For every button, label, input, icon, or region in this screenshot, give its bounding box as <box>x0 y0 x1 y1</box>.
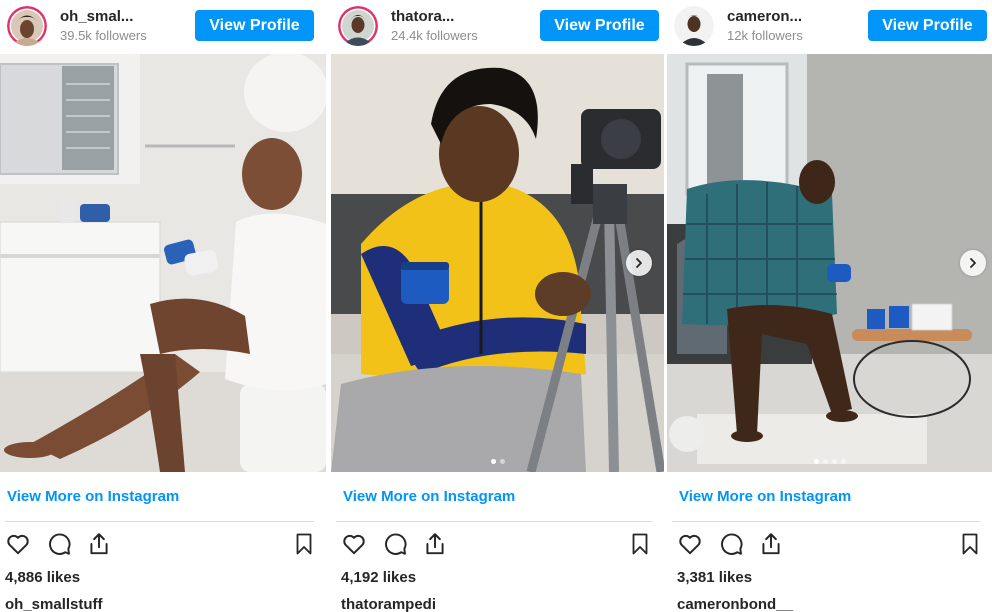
share-icon[interactable] <box>757 530 785 558</box>
post-card: cameron... 12k followers View Profile Vi… <box>667 0 992 612</box>
username[interactable]: thatora... <box>391 8 454 25</box>
avatar[interactable] <box>674 6 714 46</box>
bookmark-icon[interactable] <box>626 530 654 558</box>
divider <box>5 521 314 522</box>
username[interactable]: oh_smal... <box>60 8 133 25</box>
comment-icon[interactable] <box>45 530 73 558</box>
carousel-dot <box>813 459 819 464</box>
comment-icon[interactable] <box>717 530 745 558</box>
comment-icon[interactable] <box>381 530 409 558</box>
heart-icon[interactable] <box>340 530 368 558</box>
carousel-dot <box>831 459 837 464</box>
carousel-indicator <box>813 459 846 464</box>
bookmark-icon[interactable] <box>956 530 984 558</box>
like-count: 3,381 likes <box>677 569 753 586</box>
action-bar <box>335 530 656 560</box>
post-header: thatora... 24.4k followers View Profile <box>331 0 664 54</box>
instagram-embed-feed: oh_smal... 39.5k followers View Profile <box>0 0 992 612</box>
heart-icon[interactable] <box>4 530 32 558</box>
post-card: thatora... 24.4k followers View Profile <box>331 0 664 612</box>
carousel-dot <box>822 459 828 464</box>
next-slide-button[interactable] <box>626 250 652 276</box>
follower-count: 39.5k followers <box>60 28 147 43</box>
follower-count: 12k followers <box>727 28 803 43</box>
post-image[interactable] <box>667 54 992 472</box>
bookmark-icon[interactable] <box>290 530 318 558</box>
next-slide-button[interactable] <box>960 250 986 276</box>
avatar[interactable] <box>7 6 47 46</box>
view-profile-button[interactable]: View Profile <box>195 10 314 41</box>
share-icon[interactable] <box>421 530 449 558</box>
caption-username[interactable]: cameronbond__ <box>677 596 793 612</box>
post-header: oh_smal... 39.5k followers View Profile <box>0 0 326 54</box>
carousel-indicator <box>490 459 505 464</box>
like-count: 4,192 likes <box>341 569 417 586</box>
like-count: 4,886 likes <box>5 569 81 586</box>
follower-count: 24.4k followers <box>391 28 478 43</box>
post-image[interactable] <box>0 54 326 472</box>
carousel-dot <box>499 459 505 464</box>
avatar[interactable] <box>338 6 378 46</box>
action-bar <box>4 530 318 560</box>
divider <box>672 521 980 522</box>
caption-username[interactable]: thatorampedi <box>341 596 436 612</box>
view-profile-button[interactable]: View Profile <box>540 10 659 41</box>
post-card: oh_smal... 39.5k followers View Profile <box>0 0 326 612</box>
view-more-link[interactable]: View More on Instagram <box>343 488 515 505</box>
post-header: cameron... 12k followers View Profile <box>667 0 992 54</box>
carousel-dot <box>840 459 846 464</box>
post-image[interactable] <box>331 54 664 472</box>
action-bar <box>671 530 984 560</box>
heart-icon[interactable] <box>676 530 704 558</box>
view-more-link[interactable]: View More on Instagram <box>7 488 179 505</box>
view-more-link[interactable]: View More on Instagram <box>679 488 851 505</box>
chevron-right-icon <box>970 258 976 268</box>
caption-username[interactable]: oh_smallstuff <box>5 596 103 612</box>
username[interactable]: cameron... <box>727 8 802 25</box>
carousel-dot <box>490 459 496 464</box>
share-icon[interactable] <box>85 530 113 558</box>
chevron-right-icon <box>636 258 642 268</box>
divider <box>336 521 652 522</box>
view-profile-button[interactable]: View Profile <box>868 10 987 41</box>
